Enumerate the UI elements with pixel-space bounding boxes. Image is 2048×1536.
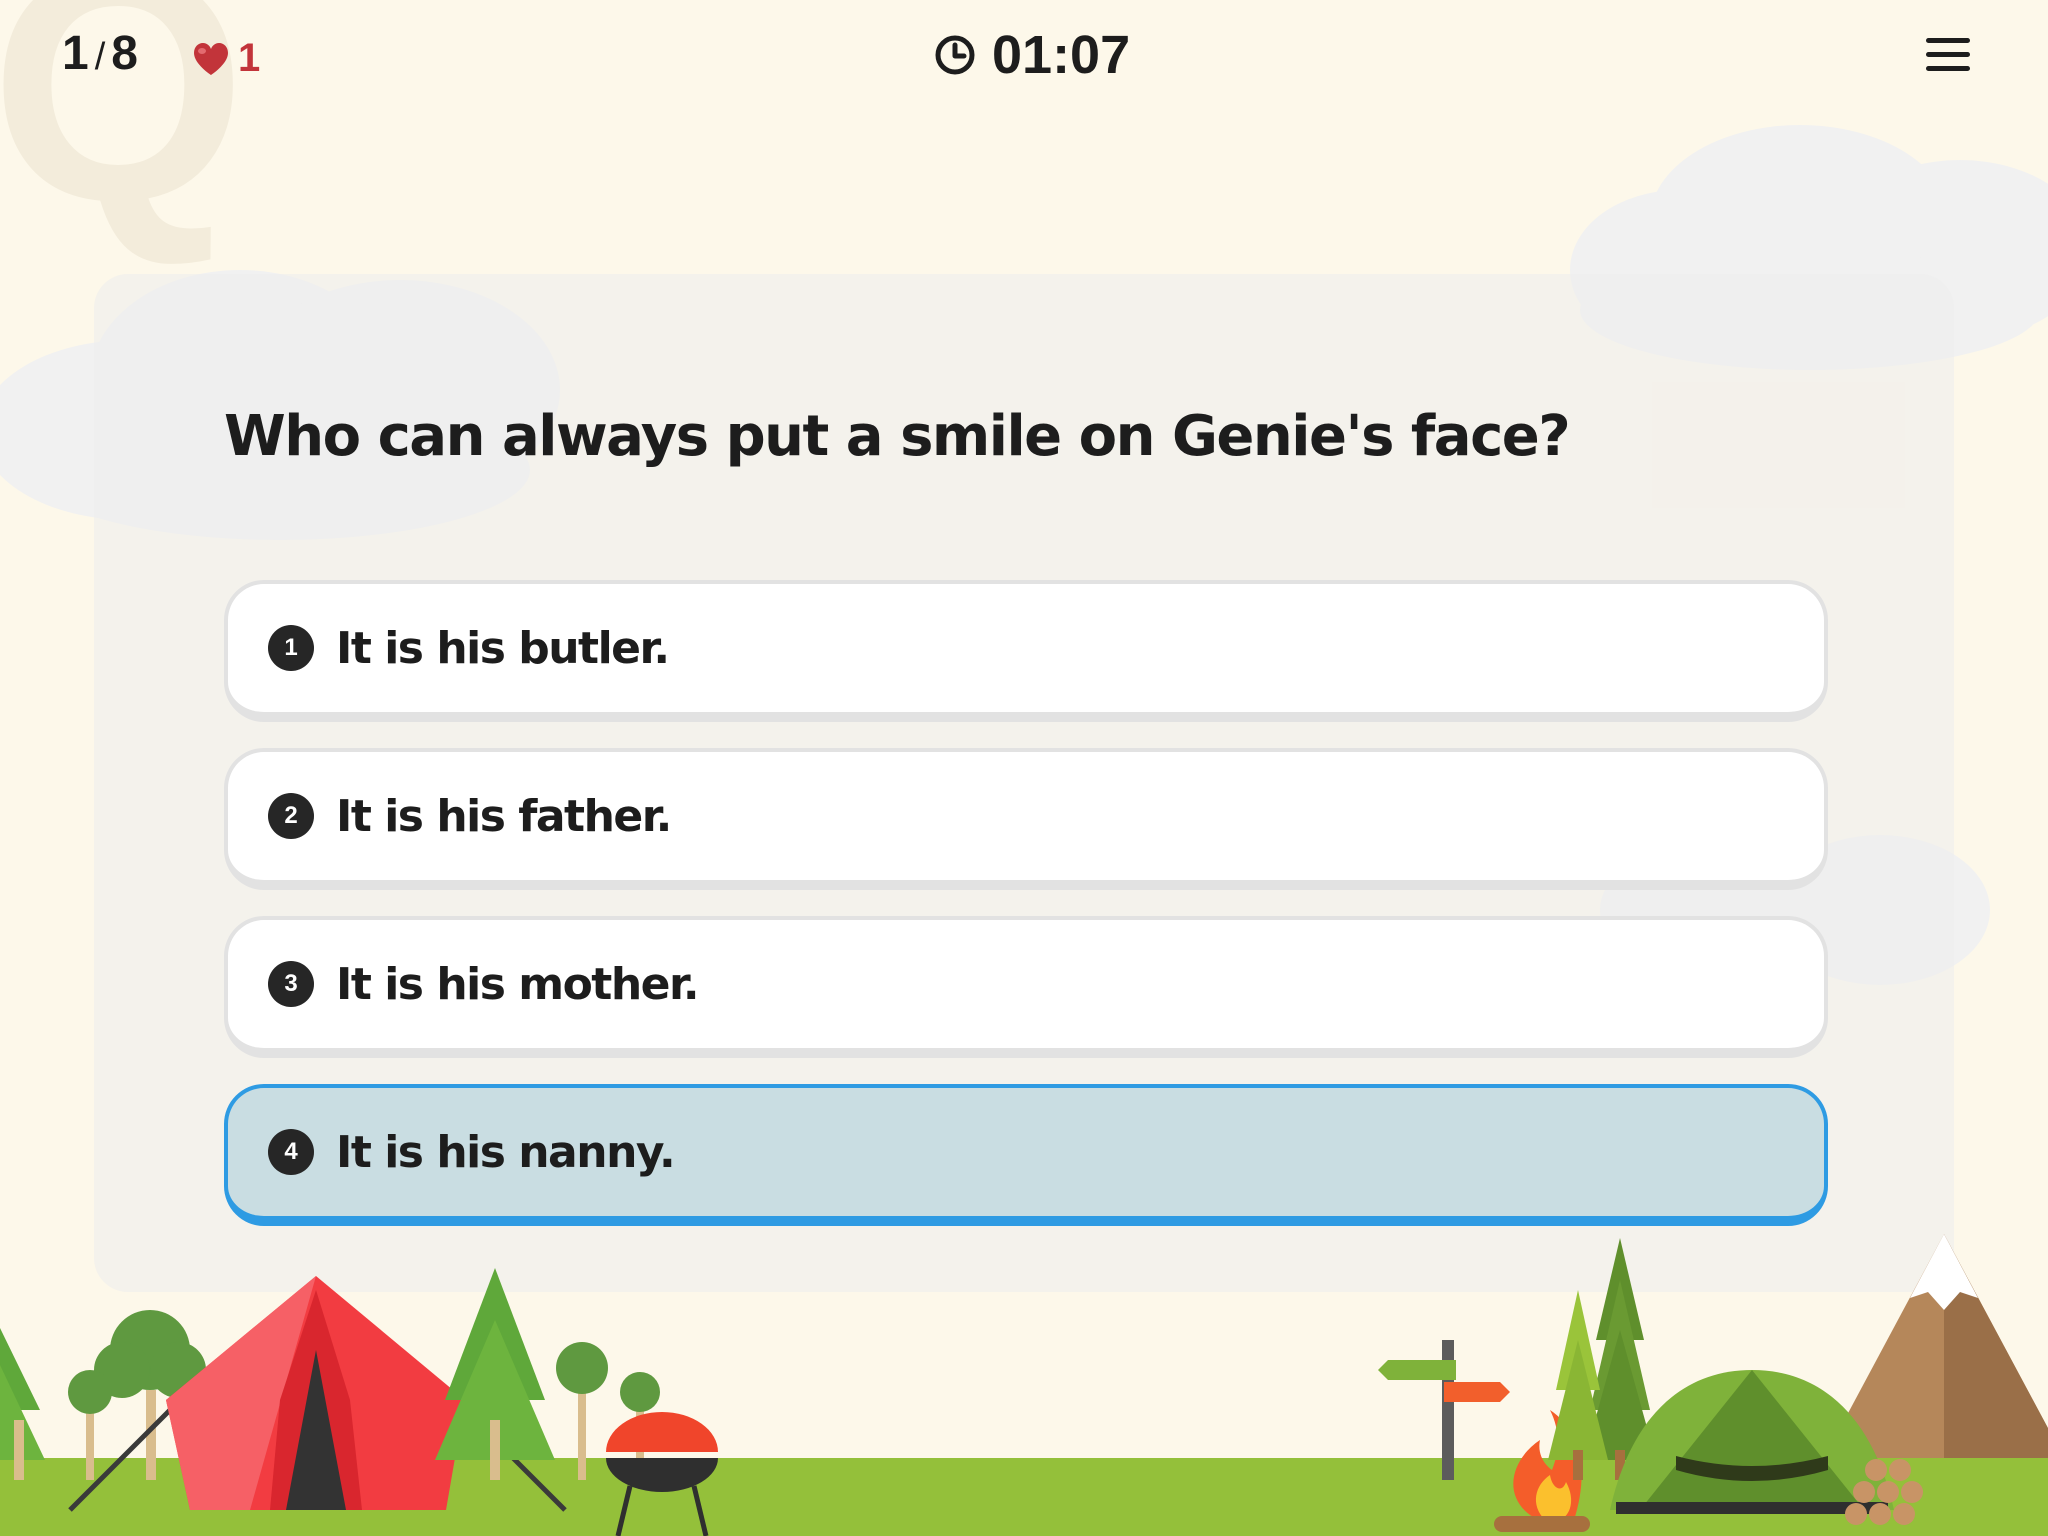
progress-total: 8 <box>111 27 138 80</box>
timer: 01:07 <box>934 24 1130 86</box>
pine-tree-left <box>0 1328 45 1480</box>
lives-counter: 1 <box>192 36 260 81</box>
top-bar: 1 / 8 1 01:07 <box>0 0 2048 120</box>
hamburger-menu-icon[interactable] <box>1926 38 1970 82</box>
answer-number-badge: 3 <box>268 961 314 1007</box>
answer-option-1[interactable]: 1 It is his butler. <box>224 580 1828 722</box>
answer-number-badge: 4 <box>268 1129 314 1175</box>
answer-text: It is his father. <box>336 790 672 842</box>
answer-option-4[interactable]: 4 It is his nanny. <box>224 1084 1828 1226</box>
heart-icon <box>194 42 228 75</box>
answer-option-2[interactable]: 2 It is his father. <box>224 748 1828 890</box>
answer-number-badge: 2 <box>268 793 314 839</box>
question-progress: 1 / 8 <box>62 26 138 81</box>
timer-value: 01:07 <box>992 25 1131 85</box>
green-dome-tent <box>1610 1370 1894 1514</box>
answer-text: It is his butler. <box>336 622 670 674</box>
answer-text: It is his mother. <box>336 958 700 1010</box>
progress-current: 1 <box>62 27 89 80</box>
pine-tree-center <box>435 1268 555 1480</box>
answer-number-badge: 1 <box>268 625 314 671</box>
answer-option-3[interactable]: 3 It is his mother. <box>224 916 1828 1058</box>
camping-scene-illustration <box>0 1234 2048 1536</box>
answer-text: It is his nanny. <box>336 1126 676 1178</box>
lives-count: 1 <box>238 36 261 80</box>
progress-separator: / <box>94 36 106 78</box>
question-text: Who can always put a smile on Genie's fa… <box>224 404 1571 469</box>
clock-icon <box>935 35 975 75</box>
